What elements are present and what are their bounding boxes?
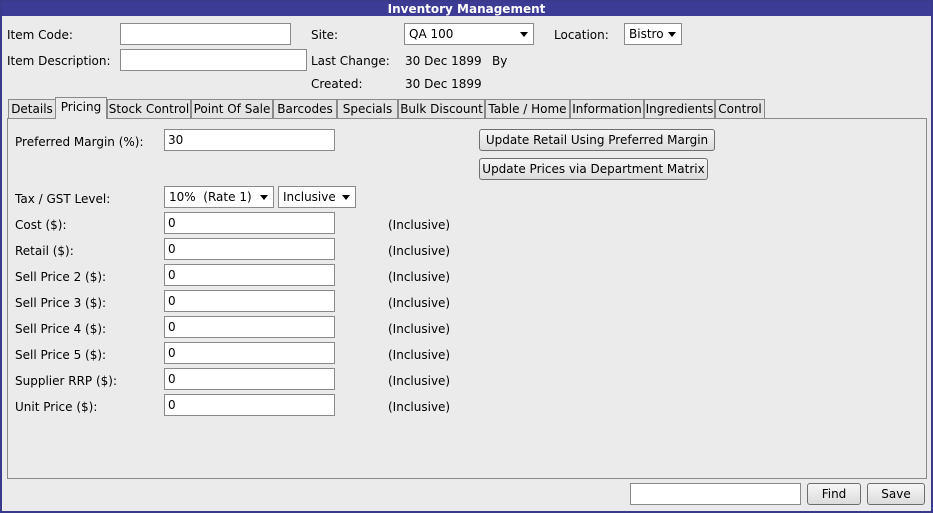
tab-barcodes[interactable]: Barcodes [273,99,337,118]
inventory-window: Inventory Management Item Code: Item Des… [0,0,933,513]
tab-control[interactable]: Control [715,99,765,118]
item-code-label: Item Code: [7,28,73,42]
created-value: 30 Dec 1899 [405,77,482,91]
sell-price-3-input[interactable]: 0 [164,290,335,312]
tax-level-label: Tax / GST Level: [15,192,111,206]
tab-ingredients[interactable]: Ingredients [644,99,715,118]
update-prices-button[interactable]: Update Prices via Department Matrix [479,158,708,180]
retail-input[interactable]: 0 [164,238,335,260]
supplier-rrp-input[interactable]: 0 [164,368,335,390]
tax-level-value: 10% (Rate 1) [169,190,252,204]
last-change-label: Last Change: [311,54,390,68]
site-select[interactable]: QA 100 [404,23,534,45]
tab-stock-control[interactable]: Stock Control [107,99,191,118]
chevron-down-icon [260,195,268,200]
site-label: Site: [311,28,339,42]
find-input[interactable] [630,483,801,505]
preferred-margin-input[interactable]: 30 [164,129,335,151]
unit-price-input[interactable]: 0 [164,394,335,416]
tab-point-of-sale[interactable]: Point Of Sale [191,99,273,118]
last-change-value: 30 Dec 1899 [405,54,482,68]
sell-price-4-input[interactable]: 0 [164,316,335,338]
location-select[interactable]: Bistro [624,23,682,45]
find-button[interactable]: Find [807,483,861,505]
tax-mode-select[interactable]: Inclusive [278,186,356,208]
save-button[interactable]: Save [867,483,925,505]
site-select-value: QA 100 [409,27,454,41]
sell-price-2-label: Sell Price 2 ($): [15,270,107,284]
location-select-value: Bistro [629,27,664,41]
tab-pricing[interactable]: Pricing [55,97,107,119]
sell-price-4-label: Sell Price 4 ($): [15,322,107,336]
sell-price-3-label: Sell Price 3 ($): [15,296,107,310]
sell-price-5-label: Sell Price 5 ($): [15,348,107,362]
chevron-down-icon [342,195,350,200]
item-code-input[interactable] [120,23,291,45]
item-description-input[interactable] [120,49,307,71]
update-retail-button[interactable]: Update Retail Using Preferred Margin [479,129,715,151]
item-description-label: Item Description: [7,54,111,68]
location-label: Location: [554,28,609,42]
supplier-rrp-label: Supplier RRP ($): [15,374,118,388]
tax-mode-value: Inclusive [283,190,336,204]
tab-bulk-discount[interactable]: Bulk Discount [398,99,485,118]
supplier-rrp-note: (Inclusive) [388,374,451,388]
sell-price-2-input[interactable]: 0 [164,264,335,286]
by-label: By [492,54,508,68]
sell-price-5-note: (Inclusive) [388,348,451,362]
unit-price-label: Unit Price ($): [15,400,98,414]
sell-price-5-input[interactable]: 0 [164,342,335,364]
window-title: Inventory Management [2,2,931,16]
cost-note: (Inclusive) [388,218,451,232]
sell-price-3-note: (Inclusive) [388,296,451,310]
tab-table-home[interactable]: Table / Home [485,99,570,118]
retail-note: (Inclusive) [388,244,451,258]
sell-price-2-note: (Inclusive) [388,270,451,284]
tab-information[interactable]: Information [570,99,644,118]
chevron-down-icon [668,32,676,37]
pricing-panel: Preferred Margin (%): 30 Update Retail U… [7,118,927,479]
chevron-down-icon [520,32,528,37]
unit-price-note: (Inclusive) [388,400,451,414]
cost-input[interactable]: 0 [164,212,335,234]
retail-label: Retail ($): [15,244,74,258]
sell-price-4-note: (Inclusive) [388,322,451,336]
created-label: Created: [311,77,363,91]
tax-level-select[interactable]: 10% (Rate 1) [164,186,274,208]
tab-details[interactable]: Details [8,99,56,118]
preferred-margin-label: Preferred Margin (%): [15,135,144,149]
tab-specials[interactable]: Specials [337,99,398,118]
cost-label: Cost ($): [15,218,67,232]
